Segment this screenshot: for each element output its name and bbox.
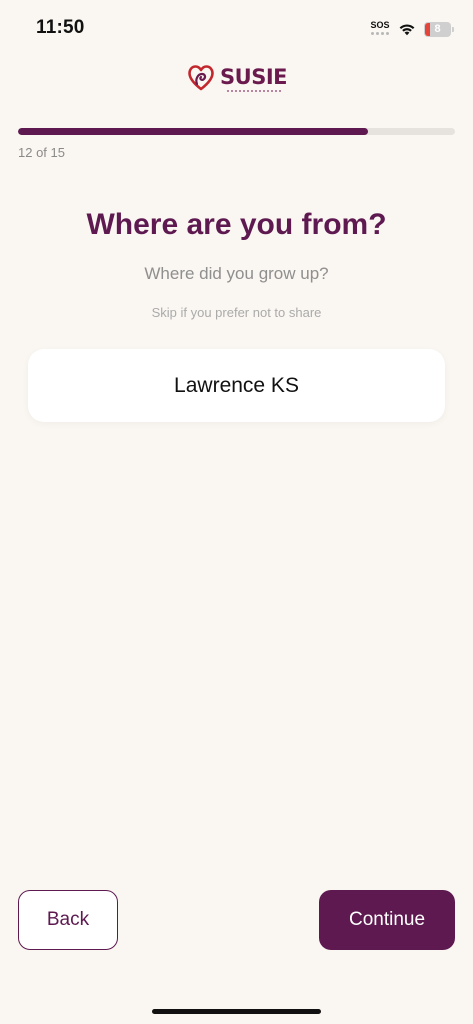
status-icons: SOS 8	[370, 19, 454, 39]
continue-button[interactable]: Continue	[319, 890, 455, 950]
skip-hint: Skip if you prefer not to share	[151, 305, 322, 320]
sos-label: SOS	[370, 20, 390, 30]
battery-level: 8	[434, 23, 441, 35]
signal-dots-icon	[370, 32, 390, 35]
progress-text: 12 of 15	[18, 145, 65, 160]
sos-indicator: SOS	[370, 19, 390, 39]
question-subtitle: Where did you grow up?	[144, 264, 329, 283]
hometown-input[interactable]	[28, 349, 445, 422]
home-indicator[interactable]	[152, 1009, 321, 1014]
progress-bar	[18, 128, 455, 135]
progress-fill	[18, 128, 368, 135]
battery-fill	[425, 22, 430, 36]
heart-logo-icon	[188, 65, 214, 91]
battery-icon: 8	[424, 21, 454, 37]
back-button[interactable]: Back	[18, 890, 118, 950]
status-bar: 11:50 SOS 8	[0, 0, 473, 56]
logo-tagline	[0, 90, 473, 92]
app-logo: SUSIE	[0, 62, 473, 92]
logo-text: SUSIE	[220, 65, 287, 89]
hometown-input-card	[28, 349, 445, 422]
page-title: Where are you from?	[86, 208, 387, 241]
wifi-icon	[399, 24, 415, 36]
status-time: 11:50	[36, 17, 85, 38]
